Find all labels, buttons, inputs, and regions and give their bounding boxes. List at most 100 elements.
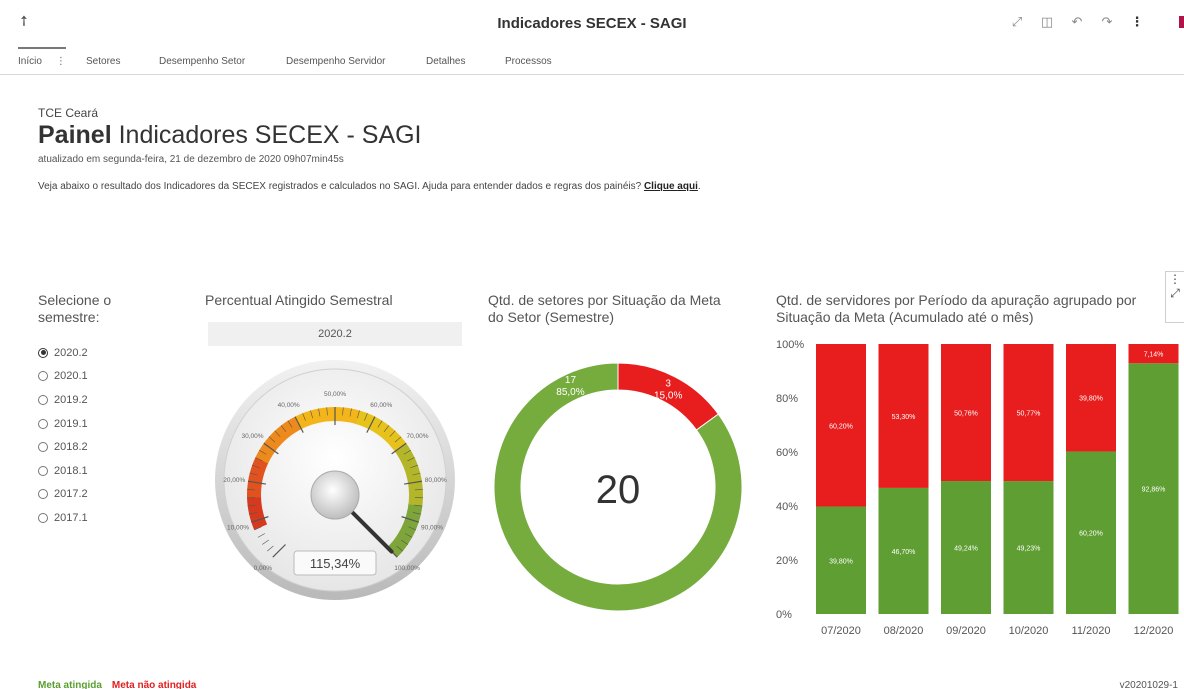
bar-data-label: 49,23%: [1017, 546, 1041, 553]
expand-icon[interactable]: ⤢: [1010, 14, 1024, 30]
bar-data-label: 60,20%: [829, 423, 853, 430]
donut-total: 20: [596, 468, 641, 512]
gauge-chart: 0,00% 10,00% 20,00% 30,00% 40,00% 50,00% 60,00…: [215, 360, 455, 600]
radio-selected-icon[interactable]: [38, 347, 48, 358]
expand-icon[interactable]: ⤢: [1166, 286, 1184, 301]
donut-title: Qtd. de setores por Situação da Meta do …: [488, 292, 721, 325]
page-title-bold: Painel: [38, 121, 112, 149]
semester-option-label: 2019.2: [54, 393, 88, 406]
gauge-value-label: 115,34%: [310, 556, 361, 571]
accent-marker: [1179, 16, 1184, 28]
gauge-semester-box: 2020.2: [208, 322, 462, 346]
semester-option[interactable]: 2020.1: [38, 365, 88, 389]
x-axis-tick-label: 08/2020: [884, 625, 924, 637]
bar-data-label: 50,76%: [954, 411, 978, 418]
legend-meta-atingida: Meta atingida: [38, 680, 102, 689]
semester-selector-title: Selecione o semestre:: [38, 292, 112, 325]
help-link[interactable]: Clique aqui: [644, 181, 698, 192]
tab-processos[interactable]: Processos: [505, 47, 552, 75]
bar-data-label: 50,77%: [1017, 411, 1041, 418]
gauge-title: Percentual Atingido Semestral: [205, 292, 393, 308]
semester-option-label: 2019.1: [54, 417, 88, 430]
tab-menu-icon[interactable]: ⋮: [56, 56, 66, 67]
intro-end: .: [697, 181, 701, 192]
bar-data-label: 39,80%: [1079, 396, 1103, 403]
gauge-scale-label: 30,00%: [241, 433, 263, 440]
donut-slice-percent: 15,0%: [654, 391, 682, 402]
donut-chart: 315,0% 1785,0% 20: [493, 362, 743, 612]
gauge-scale-label: 100,00%: [394, 565, 420, 572]
gauge-scale-label: 20,00%: [223, 477, 245, 484]
legend-meta-nao-atingida: Meta não atingida: [111, 680, 197, 689]
y-axis-tick-label: 60%: [776, 447, 798, 459]
version-label: v20201029-1: [1119, 680, 1178, 689]
semester-option[interactable]: 2018.2: [38, 435, 88, 459]
semester-option[interactable]: 2020.2: [38, 341, 88, 365]
bar-data-label: 53,30%: [892, 414, 916, 421]
bar-chart-title: Qtd. de servidores por Período da apuraç…: [776, 292, 1137, 325]
gauge-scale-label: 40,00%: [278, 402, 300, 409]
semester-option-label: 2020.2: [54, 346, 88, 359]
redo-icon[interactable]: ↷: [1100, 14, 1114, 30]
y-axis-tick-label: 20%: [776, 555, 798, 567]
y-axis-tick-label: 40%: [776, 501, 798, 513]
radio-icon[interactable]: [38, 418, 48, 429]
semester-option[interactable]: 2019.2: [38, 388, 88, 412]
tab-desempenho-servidor[interactable]: Desempenho Servidor: [286, 47, 386, 75]
legend: Meta atingida Meta não atingida: [38, 680, 196, 689]
tab-setores[interactable]: Setores: [86, 47, 120, 75]
gauge-scale-label: 0,00%: [254, 565, 273, 572]
gauge-band-segment: [408, 489, 423, 499]
radio-icon[interactable]: [38, 489, 48, 500]
semester-option-label: 2017.2: [54, 488, 88, 501]
chart-side-menu[interactable]: ⋮ ⤢: [1165, 271, 1184, 323]
donut-slice-value: 3: [665, 379, 671, 390]
bar-data-label: 39,80%: [829, 558, 853, 565]
intro-text: Veja abaixo o resultado dos Indicadores …: [38, 181, 701, 192]
gauge-scale-label: 10,00%: [227, 525, 249, 532]
tab-detalhes[interactable]: Detalhes: [426, 47, 465, 75]
semester-option[interactable]: 2018.1: [38, 459, 88, 483]
semester-option-label: 2018.1: [54, 464, 88, 477]
gauge-hub: [310, 470, 360, 520]
toolbar: ⤢ ◫ ↶ ↷ ⋮: [1010, 14, 1144, 30]
radio-icon[interactable]: [38, 465, 48, 476]
gauge-scale-label: 90,00%: [421, 525, 443, 532]
donut-slice-percent: 85,0%: [556, 387, 584, 398]
undo-icon[interactable]: ↶: [1070, 14, 1084, 30]
x-axis-tick-label: 07/2020: [821, 625, 861, 637]
radio-icon[interactable]: [38, 442, 48, 453]
y-axis-tick-label: 100%: [776, 339, 804, 351]
y-axis-tick-label: 0%: [776, 609, 792, 621]
organization-name: TCE Ceará: [38, 106, 99, 120]
gauge-scale-label: 80,00%: [425, 477, 447, 484]
tab-desempenho-setor[interactable]: Desempenho Setor: [159, 47, 245, 75]
more-icon[interactable]: ⋮: [1130, 14, 1144, 30]
bar-data-label: 46,70%: [892, 549, 916, 556]
split-view-icon[interactable]: ◫: [1040, 14, 1054, 30]
updated-timestamp: atualizado em segunda-feira, 21 de dezem…: [38, 154, 344, 165]
semester-option[interactable]: 2017.1: [38, 506, 88, 530]
x-axis-tick-label: 11/2020: [1072, 625, 1111, 637]
bar-data-label: 49,24%: [954, 546, 978, 553]
tab-label: Início: [18, 56, 42, 67]
intro-sentence: Veja abaixo o resultado dos Indicadores …: [38, 181, 644, 192]
x-axis-tick-label: 12/2020: [1134, 625, 1174, 637]
tab-inicio[interactable]: Início ⋮: [18, 47, 66, 75]
semester-option-label: 2018.2: [54, 441, 88, 454]
bar-data-label: 60,20%: [1079, 531, 1103, 538]
semester-radio-group: 2020.2 2020.1 2019.2 2019.1 2018.2 2018.…: [38, 341, 88, 530]
more-icon[interactable]: ⋮: [1166, 272, 1184, 286]
gauge-band-segment: [326, 407, 336, 422]
gauge-scale-label: 70,00%: [406, 433, 428, 440]
radio-icon[interactable]: [38, 512, 48, 523]
bar-data-label: 92,86%: [1142, 487, 1166, 494]
x-axis-tick-label: 10/2020: [1009, 625, 1049, 637]
bar-data-label: 7,14%: [1144, 352, 1164, 359]
page-title-rest: Indicadores SECEX - SAGI: [111, 121, 422, 149]
radio-icon[interactable]: [38, 371, 48, 382]
semester-option[interactable]: 2019.1: [38, 412, 88, 436]
donut-slice-value: 17: [565, 375, 577, 386]
radio-icon[interactable]: [38, 394, 48, 405]
semester-option[interactable]: 2017.2: [38, 483, 88, 507]
